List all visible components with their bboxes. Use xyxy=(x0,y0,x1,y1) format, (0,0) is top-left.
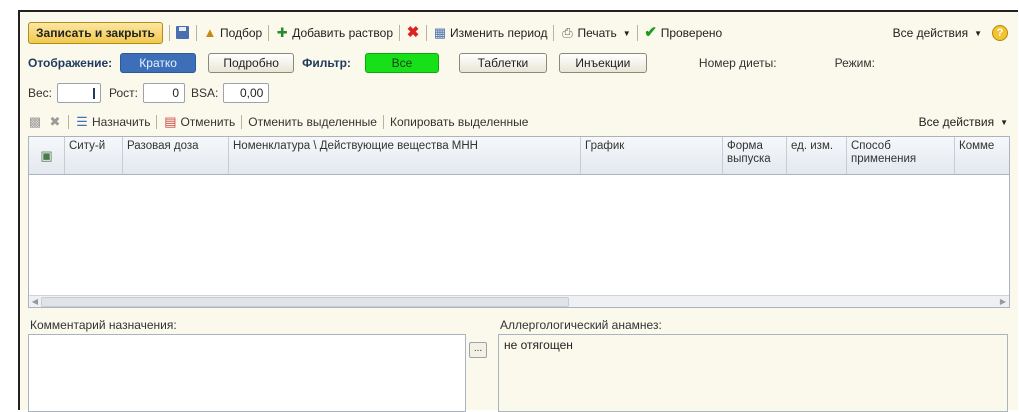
display-label: Отображение: xyxy=(28,56,113,70)
filter-tablets-toggle[interactable]: Таблетки xyxy=(458,53,547,73)
separator xyxy=(168,25,170,41)
checkmark-icon: ✔ xyxy=(644,24,657,41)
table-header: ▣ Ситу-й Разовая доза Номенклатура \ Дей… xyxy=(29,137,1009,175)
weight-label: Вес: xyxy=(28,86,53,100)
chevron-down-icon: ▼ xyxy=(622,28,631,38)
cancel-selected-button[interactable]: Отменить выделенные xyxy=(248,115,377,129)
bsa-field[interactable]: 0,00 xyxy=(223,83,270,103)
diet-number-label: Номер диеты: xyxy=(698,56,777,70)
height-label: Рост: xyxy=(109,86,138,100)
separator xyxy=(553,25,555,41)
weight-field[interactable] xyxy=(57,83,102,103)
all-actions-label: Все действия xyxy=(892,26,969,40)
mode-label: Режим: xyxy=(834,56,875,70)
cancel-doc-icon: ▤ xyxy=(164,114,177,129)
print-button[interactable]: ⎙ Печать ▼ xyxy=(560,25,631,41)
list-icon: ☰ xyxy=(76,114,88,129)
all-actions-menu[interactable]: Все действия ▼ xyxy=(893,26,982,40)
cancel-label: Отменить xyxy=(180,115,236,129)
separator xyxy=(426,25,428,41)
separator xyxy=(241,115,243,129)
measures-bar: Вес: Рост: 0 BSA: 0,00 xyxy=(28,82,270,104)
allergy-label: Аллергологический анамнез: xyxy=(500,318,662,332)
column-header-schedule[interactable]: График xyxy=(581,137,723,174)
horizontal-scrollbar[interactable]: ◀ ▶ xyxy=(29,295,1009,307)
grid-toolbar: ▩ ✖ ☰ Назначить ▤ Отменить Отменить выде… xyxy=(28,112,1008,132)
chevron-down-icon: ▼ xyxy=(974,28,982,38)
detailed-toggle[interactable]: Подробно xyxy=(208,53,295,73)
comment-textarea[interactable] xyxy=(28,334,466,412)
printer-icon: ⎙ xyxy=(562,25,573,40)
change-period-label: Изменить период xyxy=(450,26,548,40)
separator xyxy=(636,25,638,41)
change-period-button[interactable]: ▦ Изменить период xyxy=(433,25,548,41)
separator xyxy=(156,115,158,129)
checked-label: Проверено xyxy=(660,26,723,40)
brief-toggle[interactable]: Кратко xyxy=(120,53,197,73)
column-header-unit[interactable]: ед. изм. xyxy=(787,137,847,174)
text-cursor xyxy=(93,87,96,99)
grid-all-actions-label: Все действия xyxy=(918,115,995,129)
delete-icon[interactable]: ✖ xyxy=(406,25,420,40)
filter-all-toggle[interactable]: Все xyxy=(364,53,439,73)
help-icon[interactable]: ? xyxy=(992,25,1008,41)
height-field[interactable]: 0 xyxy=(143,83,185,103)
table-settings-icon: ▣ xyxy=(40,148,53,163)
checked-button[interactable]: ✔ Проверено xyxy=(644,24,723,41)
separator xyxy=(68,115,69,129)
save-close-button[interactable]: Записать и закрыть xyxy=(28,22,163,44)
separator xyxy=(382,115,384,129)
copy-selected-button[interactable]: Копировать выделенные xyxy=(390,115,528,129)
form-window: Записать и закрыть ▲ Подбор ✚ Добавить р… xyxy=(18,10,1018,412)
separator xyxy=(195,25,197,41)
column-header-nomenclature[interactable]: Номенклатура \ Действующие вещества МНН xyxy=(229,137,581,174)
podbor-icon: ▲ xyxy=(203,25,217,40)
save-icon[interactable] xyxy=(176,26,190,40)
add-solution-label: Добавить раствор xyxy=(292,26,394,40)
comment-label: Комментарий назначения: xyxy=(30,318,177,332)
grid-all-actions-menu[interactable]: Все действия ▼ xyxy=(919,115,1008,129)
display-filter-bar: Отображение: Кратко Подробно Фильтр: Все… xyxy=(28,52,1008,74)
podbor-label: Подбор xyxy=(219,26,263,40)
add-solution-button[interactable]: ✚ Добавить раствор xyxy=(275,25,394,41)
grid-header-icon[interactable]: ▣ xyxy=(29,137,65,174)
main-toolbar: Записать и закрыть ▲ Подбор ✚ Добавить р… xyxy=(28,20,1008,46)
add-row-icon[interactable]: ▩ xyxy=(28,115,42,129)
table-body[interactable] xyxy=(29,175,1009,295)
column-header-method[interactable]: Способ применения xyxy=(847,137,955,174)
comment-select-button[interactable]: ... xyxy=(469,342,487,358)
column-header-form[interactable]: Форма выпуска xyxy=(723,137,787,174)
column-header-comment[interactable]: Комме xyxy=(955,137,1009,174)
scrollbar-thumb[interactable] xyxy=(41,296,569,307)
change-period-icon: ▦ xyxy=(433,25,447,40)
column-header-single-dose[interactable]: Разовая доза xyxy=(123,137,229,174)
separator xyxy=(268,25,270,41)
assign-button[interactable]: ☰ Назначить xyxy=(75,114,151,130)
filter-label: Фильтр: xyxy=(302,56,351,70)
prescriptions-table[interactable]: ▣ Ситу-й Разовая доза Номенклатура \ Дей… xyxy=(28,136,1010,308)
filter-injections-toggle[interactable]: Инъекции xyxy=(558,53,647,73)
column-header-situational[interactable]: Ситу-й xyxy=(65,137,123,174)
separator xyxy=(399,25,401,41)
podbor-button[interactable]: ▲ Подбор xyxy=(203,25,263,41)
assign-label: Назначить xyxy=(92,115,151,129)
scroll-left-icon[interactable]: ◀ xyxy=(29,297,41,306)
scroll-right-icon[interactable]: ▶ xyxy=(997,297,1009,306)
bsa-label: BSA: xyxy=(191,86,219,100)
add-solution-icon: ✚ xyxy=(276,25,288,40)
cancel-button[interactable]: ▤ Отменить xyxy=(163,114,236,130)
allergy-textarea[interactable]: не отягощен xyxy=(498,334,1008,412)
delete-row-icon[interactable]: ✖ xyxy=(48,115,62,129)
print-label: Печать xyxy=(577,26,617,40)
chevron-down-icon: ▼ xyxy=(1000,117,1008,127)
